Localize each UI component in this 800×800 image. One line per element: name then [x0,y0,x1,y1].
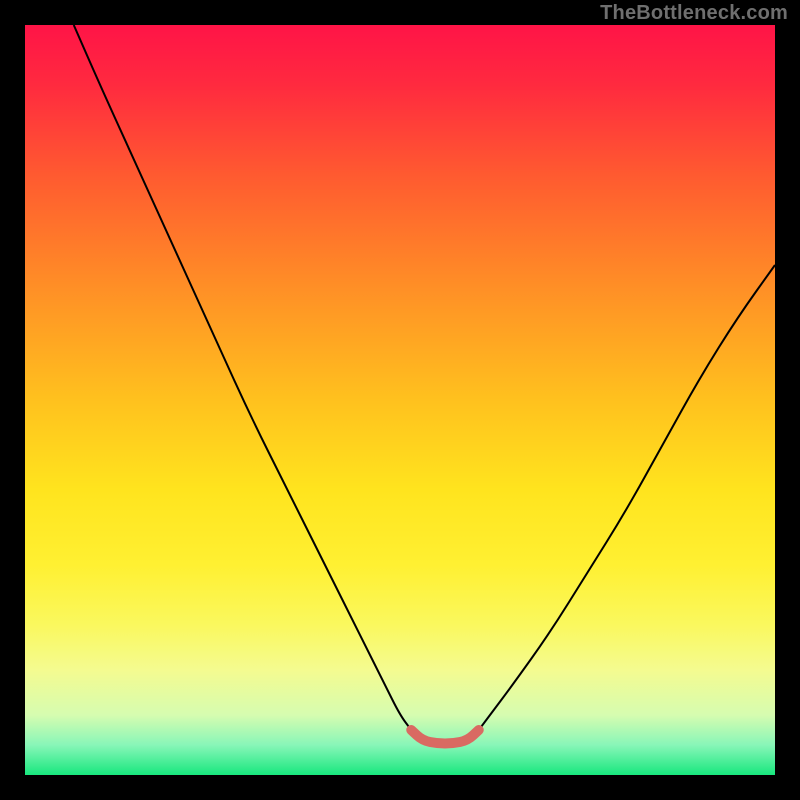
plot-area [25,25,775,775]
chart-frame: TheBottleneck.com [0,0,800,800]
watermark-text: TheBottleneck.com [600,2,788,25]
bottleneck-chart-svg [25,25,775,775]
chart-background [25,25,775,775]
